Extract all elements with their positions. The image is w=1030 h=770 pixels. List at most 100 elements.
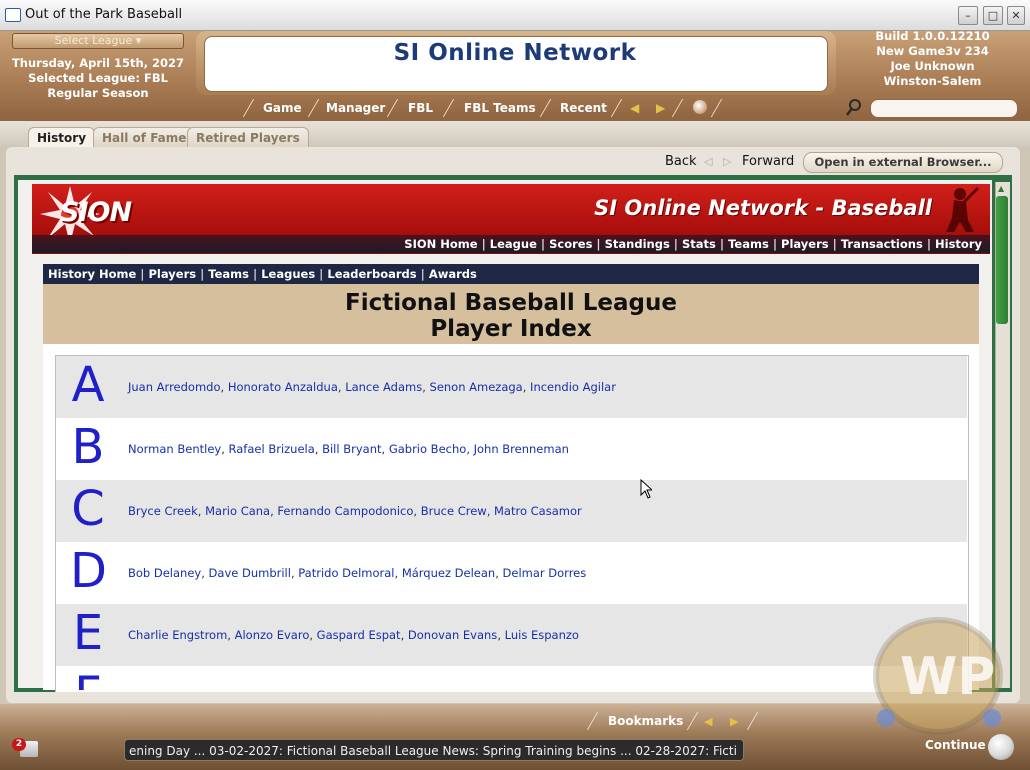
- selected-league: Selected League: FBL: [28, 71, 168, 85]
- history-nav-leagues[interactable]: Leagues: [261, 267, 315, 281]
- player-link[interactable]: Bruce Crew: [421, 504, 487, 518]
- nav-manager[interactable]: Manager: [326, 97, 385, 119]
- player-link[interactable]: Fernando Campodonico: [277, 504, 413, 518]
- index-names-c: Bryce Creek, Mario Cana, Fernando Campod…: [128, 504, 582, 518]
- history-nav-home[interactable]: History Home: [48, 267, 136, 281]
- minimize-icon[interactable]: –: [958, 6, 978, 25]
- history-nav-players[interactable]: Players: [149, 267, 197, 281]
- back-button[interactable]: Back: [665, 154, 697, 169]
- bookmark-forward-icon[interactable]: ▶: [730, 715, 738, 728]
- game-info: Build 1.0.0.12210 New Game3v 234 Joe Unk…: [850, 29, 1015, 89]
- player-link[interactable]: Rafael Brizuela: [229, 442, 315, 456]
- player-link[interactable]: Gabrio Becho: [389, 442, 467, 456]
- index-names-a: Juan Arredomdo, Honorato Anzaldua, Lance…: [128, 380, 616, 394]
- notification-badge: 2: [12, 738, 26, 751]
- sion-logo[interactable]: SION: [60, 197, 132, 228]
- continue-button[interactable]: Continue: [925, 738, 986, 752]
- baseball-icon[interactable]: [693, 100, 707, 114]
- nav-forward-arrow-icon[interactable]: ▶: [656, 101, 665, 115]
- sion-nav-standings[interactable]: Standings: [605, 237, 670, 251]
- index-row-f: F: [56, 666, 967, 690]
- page-title-line1: Fictional Baseball League: [344, 290, 677, 316]
- window-title: Out of the Park Baseball: [25, 7, 183, 22]
- player-link[interactable]: Bryce Creek: [128, 504, 198, 518]
- index-letter: E: [72, 605, 104, 661]
- league-select[interactable]: Select League ▾: [12, 33, 184, 49]
- league-info: Thursday, April 15th, 2027 Selected Leag…: [6, 56, 190, 101]
- player-link[interactable]: Dave Dumbrill: [209, 566, 291, 580]
- forward-arrow-icon[interactable]: ▷: [723, 155, 731, 168]
- tab-retired-players[interactable]: Retired Players: [187, 127, 309, 148]
- mouse-cursor-icon: [640, 478, 654, 499]
- scrollbar-thumb[interactable]: [996, 196, 1008, 324]
- index-letter: F: [70, 666, 106, 690]
- player-link[interactable]: Lance Adams: [345, 380, 422, 394]
- scroll-up-icon[interactable]: ▲: [998, 184, 1004, 193]
- sion-nav-teams[interactable]: Teams: [728, 237, 769, 251]
- nav-recent[interactable]: Recent: [560, 97, 607, 119]
- player-link[interactable]: Gaspard Espat: [317, 628, 401, 642]
- back-arrow-icon[interactable]: ◁: [704, 155, 712, 168]
- search-icon[interactable]: [846, 99, 861, 116]
- player-link[interactable]: Matro Casamor: [494, 504, 582, 518]
- tab-history[interactable]: History: [28, 127, 96, 148]
- player-link[interactable]: John Brenneman: [474, 442, 569, 456]
- player-link[interactable]: Senon Amezaga: [430, 380, 523, 394]
- history-nav-teams[interactable]: Teams: [208, 267, 249, 281]
- bookmarks-button[interactable]: Bookmarks: [608, 714, 683, 728]
- maximize-icon[interactable]: □: [983, 6, 1003, 25]
- tab-hall-of-fame[interactable]: Hall of Fame: [93, 127, 196, 148]
- news-ticker[interactable]: ening Day ... 03-02-2027: Fictional Base…: [124, 739, 744, 761]
- nav-game[interactable]: Game: [263, 97, 302, 119]
- index-names-e: Charlie Engstrom, Alonzo Evaro, Gaspard …: [128, 628, 579, 642]
- search-input[interactable]: [870, 99, 1018, 118]
- player-link[interactable]: Norman Bentley: [128, 442, 221, 456]
- team-name: Winston-Salem: [883, 74, 982, 88]
- sion-nav-league[interactable]: League: [490, 237, 537, 251]
- league-select-label: Select League: [54, 34, 133, 47]
- player-link[interactable]: Incendio Agilar: [530, 380, 616, 394]
- sion-nav-stats[interactable]: Stats: [682, 237, 716, 251]
- index-letter: C: [71, 481, 105, 537]
- history-nav-leaderboards[interactable]: Leaderboards: [327, 267, 416, 281]
- history-nav-awards[interactable]: Awards: [429, 267, 477, 281]
- player-link[interactable]: Bill Bryant: [322, 442, 381, 456]
- nav-fbl[interactable]: FBL: [408, 97, 433, 119]
- player-link[interactable]: Juan Arredomdo: [128, 380, 221, 394]
- main-nav: Game Manager FBL FBL Teams Recent ◀ ▶: [196, 97, 836, 119]
- sion-nav-home[interactable]: SION Home: [404, 237, 477, 251]
- player-link[interactable]: Márquez Delean: [402, 566, 495, 580]
- index-letter: B: [71, 419, 105, 475]
- index-names-d: Bob Delaney, Dave Dumbrill, Patrido Delm…: [128, 566, 587, 580]
- sion-nav: SION Home | League | Scores | Standings | Stats |…: [404, 237, 982, 251]
- banner-title: SI Online Network - Baseball: [594, 196, 932, 220]
- sion-nav-players[interactable]: Players: [781, 237, 829, 251]
- sion-nav-scores[interactable]: Scores: [549, 237, 592, 251]
- bookmark-back-icon[interactable]: ◀: [704, 715, 712, 728]
- nav-fbl-teams[interactable]: FBL Teams: [464, 97, 536, 119]
- sion-nav-transactions[interactable]: Transactions: [841, 237, 923, 251]
- nav-back-arrow-icon[interactable]: ◀: [630, 101, 639, 115]
- player-link[interactable]: Honorato Anzaldua: [228, 380, 338, 394]
- player-link[interactable]: Mario Cana: [205, 504, 270, 518]
- history-nav: History Home | Players | Teams | Leagues | Leade…: [43, 264, 979, 284]
- player-link[interactable]: Charlie Engstrom: [128, 628, 227, 642]
- batter-silhouette-icon: [930, 186, 980, 234]
- app-icon: [5, 8, 21, 22]
- player-link[interactable]: Luis Espanzo: [505, 628, 579, 642]
- season-phase: Regular Season: [47, 86, 149, 100]
- player-link[interactable]: Alonzo Evaro: [235, 628, 310, 642]
- player-link[interactable]: Bob Delaney: [128, 566, 201, 580]
- user-name: Joe Unknown: [890, 59, 975, 73]
- forward-button[interactable]: Forward: [742, 154, 794, 169]
- window-title-bar: Out of the Park Baseball – □ ✕: [0, 0, 1030, 31]
- player-link[interactable]: Delmar Dorres: [503, 566, 587, 580]
- player-link[interactable]: Patrido Delmoral: [298, 566, 394, 580]
- screen-title: SI Online Network: [393, 40, 637, 66]
- sion-nav-history[interactable]: History: [935, 237, 982, 251]
- close-icon[interactable]: ✕: [1007, 6, 1025, 25]
- player-link[interactable]: Donovan Evans: [408, 628, 497, 642]
- game-name: New Game3v 234: [876, 44, 989, 58]
- build-number: Build 1.0.0.12210: [875, 29, 990, 43]
- open-external-browser-button[interactable]: Open in external Browser...: [803, 152, 1003, 173]
